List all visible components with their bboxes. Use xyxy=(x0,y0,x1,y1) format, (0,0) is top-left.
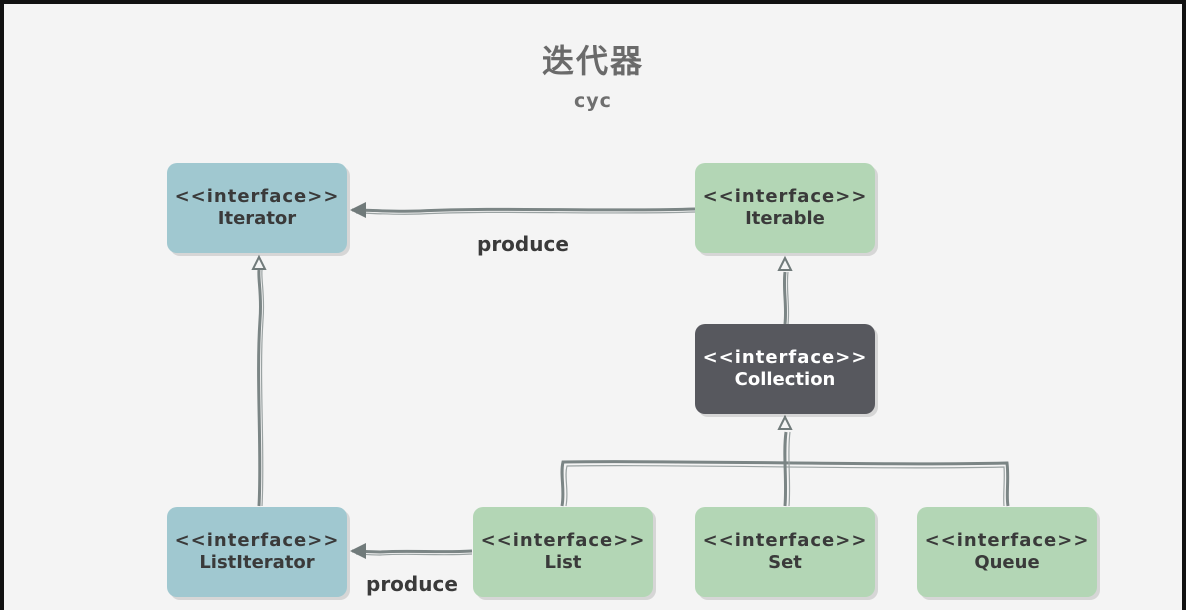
node-iterator: <<interface>> Iterator xyxy=(167,163,347,253)
node-listiterator: <<interface>> ListIterator xyxy=(167,507,347,597)
edge-collection-extends-iterable xyxy=(777,255,793,325)
node-iterable: <<interface>> Iterable xyxy=(695,163,875,253)
node-set: <<interface>> Set xyxy=(695,507,875,597)
node-collection: <<interface>> Collection xyxy=(695,324,875,414)
node-iterator-name: Iterator xyxy=(217,208,297,229)
node-queue-stereotype: <<interface>> xyxy=(924,530,1090,551)
node-iterator-stereotype: <<interface>> xyxy=(174,186,340,207)
node-set-stereotype: <<interface>> xyxy=(702,530,868,551)
edge-label-iterable-produce: produce xyxy=(477,232,569,256)
node-list-name: List xyxy=(544,552,582,573)
node-list-stereotype: <<interface>> xyxy=(480,530,646,551)
node-listiterator-name: ListIterator xyxy=(199,552,315,573)
edge-label-list-produce: produce xyxy=(366,572,458,596)
node-queue-name: Queue xyxy=(974,552,1040,573)
node-iterable-stereotype: <<interface>> xyxy=(702,186,868,207)
edge-listiterator-extends-iterator xyxy=(251,254,267,507)
node-list: <<interface>> List xyxy=(473,507,653,597)
node-collection-stereotype: <<interface>> xyxy=(702,347,868,368)
edge-list-produce-listiterator xyxy=(350,543,473,559)
node-collection-name: Collection xyxy=(734,369,836,390)
node-iterable-name: Iterable xyxy=(745,208,825,229)
node-queue: <<interface>> Queue xyxy=(917,507,1097,597)
edge-subtypes-extend-collection xyxy=(560,414,1010,507)
edge-iterable-produce-iterator xyxy=(350,202,696,218)
node-listiterator-stereotype: <<interface>> xyxy=(174,530,340,551)
node-set-name: Set xyxy=(768,552,802,573)
